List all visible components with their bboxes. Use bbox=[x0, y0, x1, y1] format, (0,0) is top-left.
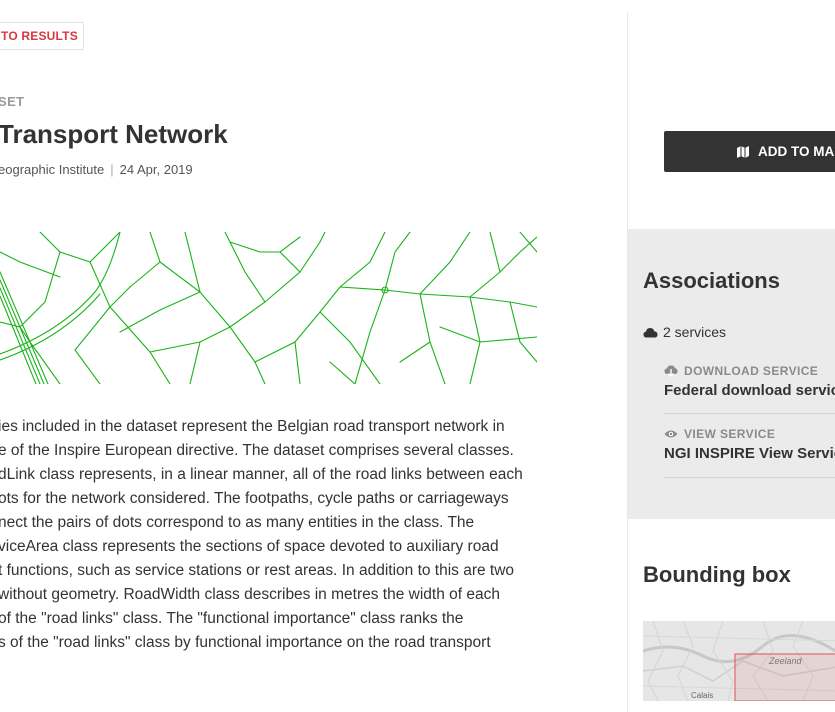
description-line: e of the Inspire European directive. The… bbox=[0, 442, 514, 459]
publisher-link[interactable]: eographic Institute bbox=[0, 162, 104, 177]
service-type: DOWNLOAD SERVICE bbox=[664, 364, 835, 378]
meta-separator: | bbox=[110, 162, 114, 177]
services-count: 2 services bbox=[643, 324, 726, 340]
service-name: Federal download service bbox=[664, 382, 835, 399]
bounding-box-title: Bounding box bbox=[643, 562, 791, 587]
description-line: s of the "road links" class by functiona… bbox=[0, 634, 491, 651]
association-item-download[interactable]: DOWNLOAD SERVICE Federal download servic… bbox=[664, 364, 835, 399]
description-line: nect the pairs of dots correspond to as … bbox=[0, 514, 475, 531]
services-count-label: 2 services bbox=[663, 324, 727, 340]
record-type-label: SET bbox=[0, 94, 25, 109]
service-name: NGI INSPIRE View Service bbox=[664, 445, 835, 462]
eye-icon bbox=[664, 430, 678, 438]
add-to-map-button[interactable]: ADD TO MAP bbox=[664, 131, 835, 172]
map-label-zeeland: Zeeland bbox=[768, 656, 803, 666]
description-line: t functions, such as service stations or… bbox=[0, 562, 515, 579]
map-icon bbox=[737, 145, 749, 158]
add-to-map-label: ADD TO MAP bbox=[758, 144, 835, 159]
divider bbox=[664, 477, 835, 478]
record-meta: eographic Institute | 24 Apr, 2019 bbox=[0, 162, 193, 177]
service-type-label: VIEW SERVICE bbox=[684, 427, 776, 441]
divider bbox=[664, 413, 835, 414]
description-line: dLink class represents, in a linear mann… bbox=[0, 466, 523, 483]
cloud-download-icon bbox=[664, 365, 678, 377]
page-title: Transport Network bbox=[0, 119, 228, 149]
associations-title: Associations bbox=[643, 268, 780, 293]
service-type: VIEW SERVICE bbox=[664, 427, 835, 441]
cloud-icon bbox=[643, 327, 658, 337]
description-line: ies included in the dataset represent th… bbox=[0, 418, 505, 435]
description-line: ots for the network considered. The foot… bbox=[0, 490, 509, 507]
dataset-description: ies included in the dataset represent th… bbox=[0, 415, 543, 655]
road-network-thumbnail bbox=[0, 232, 537, 384]
association-item-view[interactable]: VIEW SERVICE NGI INSPIRE View Service bbox=[664, 427, 835, 462]
record-date: 24 Apr, 2019 bbox=[119, 162, 193, 177]
description-line: viceArea class represents the sections o… bbox=[0, 538, 499, 555]
description-line: of the "road links" class. The "function… bbox=[0, 610, 464, 627]
description-line: without geometry. RoadWidth class descri… bbox=[0, 586, 500, 603]
bounding-box-map[interactable]: Zeeland Calais bbox=[643, 621, 835, 701]
map-label-calais: Calais bbox=[691, 691, 713, 700]
back-to-results-button[interactable]: TO RESULTS bbox=[0, 22, 84, 50]
service-type-label: DOWNLOAD SERVICE bbox=[684, 364, 819, 378]
back-to-results-label: TO RESULTS bbox=[1, 29, 78, 43]
